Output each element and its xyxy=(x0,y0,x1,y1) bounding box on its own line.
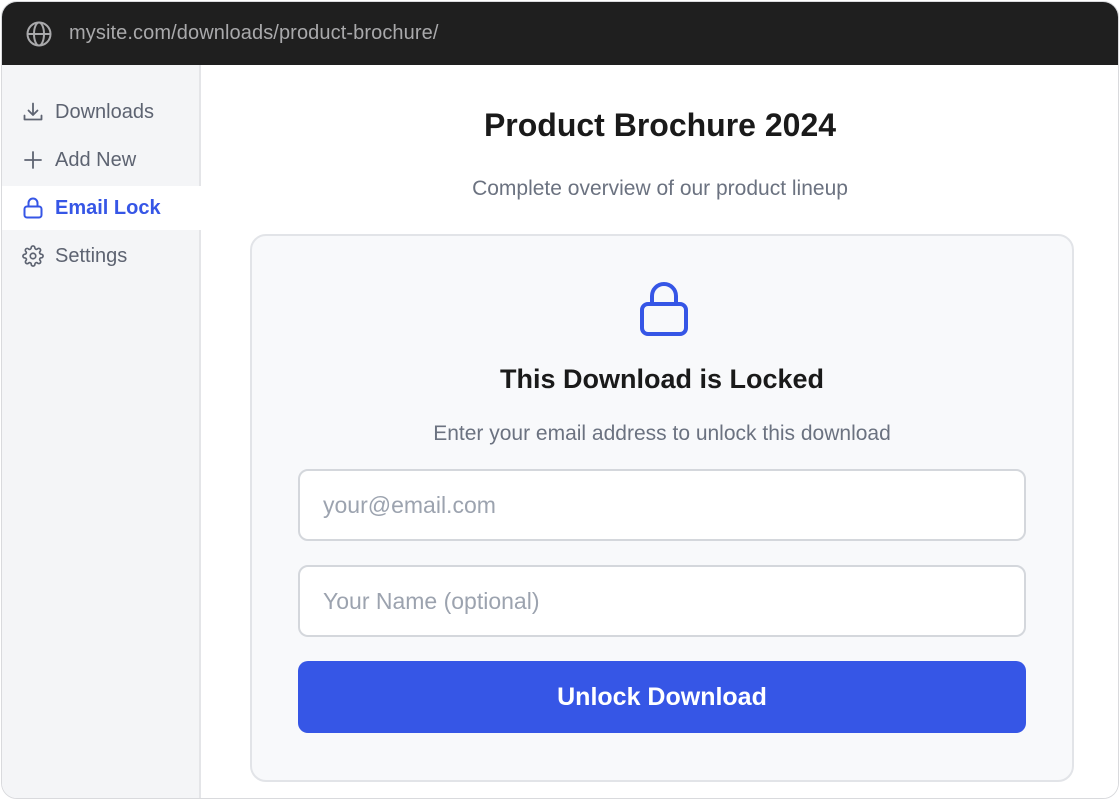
address-bar[interactable]: mysite.com/downloads/product-brochure/ xyxy=(2,2,1118,65)
sidebar: Downloads Add New Email Lock Settings xyxy=(2,65,201,798)
sidebar-item-settings[interactable]: Settings xyxy=(2,234,201,278)
sidebar-item-label: Email Lock xyxy=(55,196,161,219)
globe-icon xyxy=(24,19,54,49)
plus-icon xyxy=(21,148,45,172)
sidebar-item-email-lock[interactable]: Email Lock xyxy=(2,186,201,230)
email-field[interactable] xyxy=(298,469,1026,541)
sidebar-item-label: Settings xyxy=(55,244,128,267)
sidebar-item-label: Downloads xyxy=(55,100,154,123)
main-content: Product Brochure 2024 Complete overview … xyxy=(202,65,1118,798)
page-title: Product Brochure 2024 xyxy=(483,107,837,143)
browser-window: mysite.com/downloads/product-brochure/ D… xyxy=(1,1,1119,799)
lock-icon xyxy=(638,282,690,338)
sidebar-item-downloads[interactable]: Downloads xyxy=(2,90,201,134)
page-subtitle: Complete overview of our product lineup xyxy=(472,177,848,200)
card-description: Enter your email address to unlock this … xyxy=(433,422,891,445)
url-text[interactable]: mysite.com/downloads/product-brochure/ xyxy=(69,22,439,45)
sidebar-item-label: Add New xyxy=(55,148,137,171)
name-field[interactable] xyxy=(298,565,1026,637)
unlock-download-button[interactable]: Unlock Download xyxy=(298,661,1026,733)
gear-icon xyxy=(21,244,45,268)
lock-icon xyxy=(21,196,45,220)
download-icon xyxy=(21,100,45,124)
sidebar-item-add-new[interactable]: Add New xyxy=(2,138,201,182)
card-title: This Download is Locked xyxy=(499,364,825,394)
email-lock-card: This Download is Locked Enter your email… xyxy=(250,234,1074,782)
